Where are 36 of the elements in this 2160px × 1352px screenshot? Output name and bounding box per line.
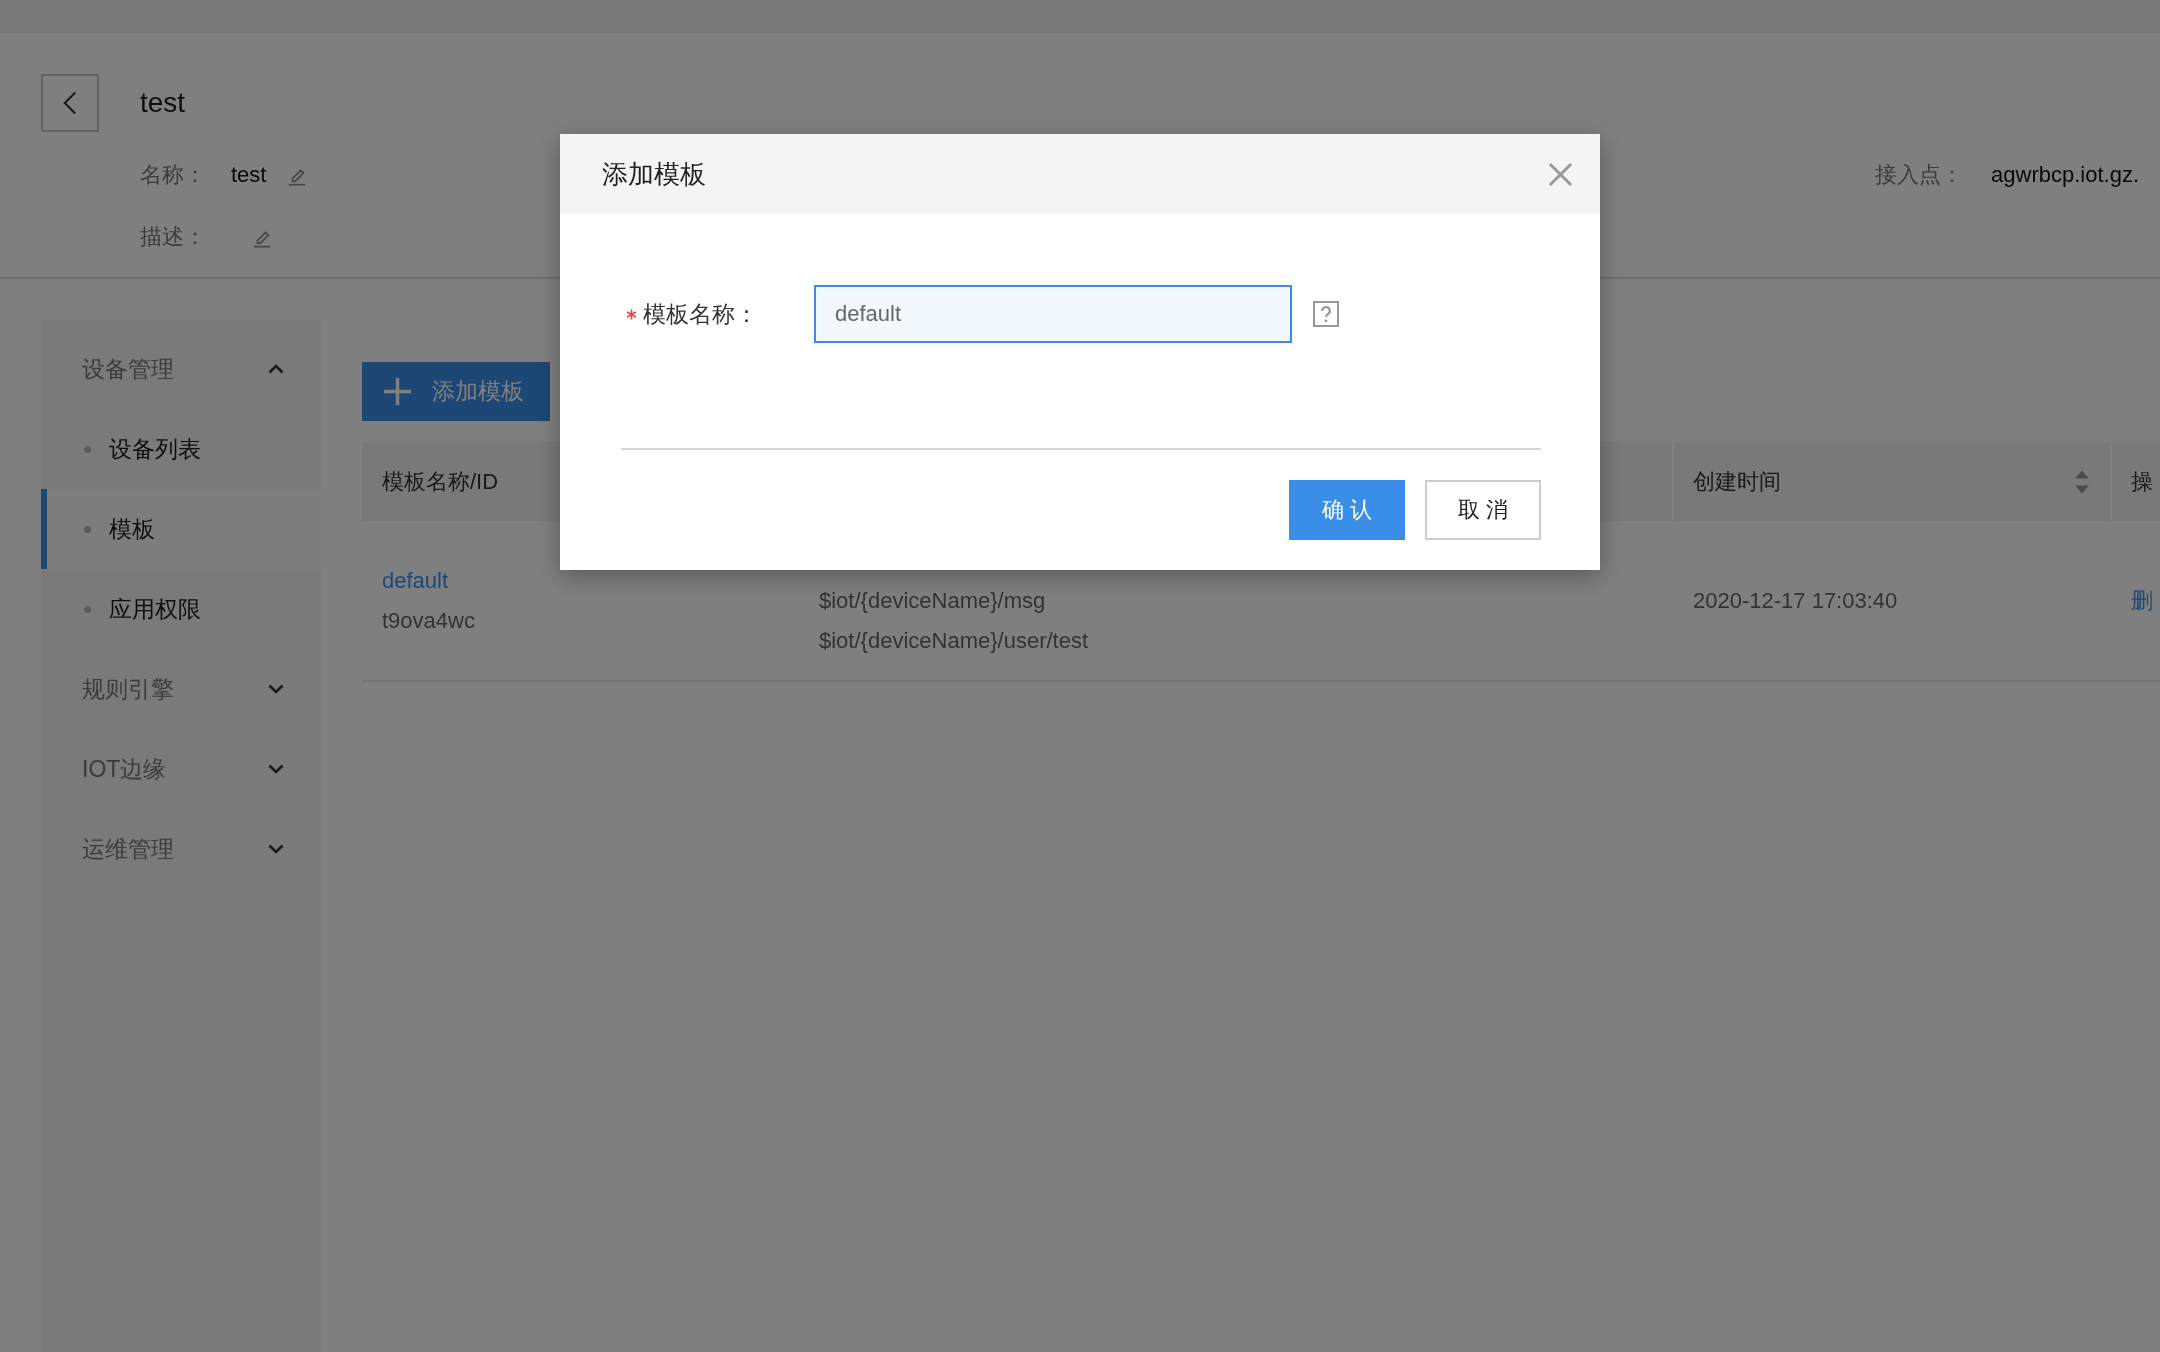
menu-group[interactable]: 规则引擎 [41, 649, 321, 729]
bullet-dot-icon [84, 445, 91, 453]
sort-icon[interactable] [2074, 468, 2090, 495]
column-header: 创建时间 [1693, 467, 1781, 496]
confirm-button[interactable]: 确 认 [1289, 480, 1405, 540]
menu-item[interactable]: 设备列表 [41, 409, 321, 489]
topic-text: $iot/{deviceName}/msg [819, 587, 1046, 615]
column-header: 操 [2131, 467, 2153, 496]
dialog-title: 添加模板 [602, 157, 706, 191]
close-icon[interactable] [1548, 161, 1573, 187]
field-label: 接入点： [1875, 161, 1965, 189]
menu-group[interactable]: 运维管理 [41, 809, 321, 889]
menu-group[interactable]: 设备管理 [41, 329, 321, 409]
template-name-link[interactable]: default [382, 560, 449, 601]
help-icon[interactable] [1313, 301, 1339, 327]
chevron-left-icon [63, 91, 77, 115]
page-title: test [140, 87, 186, 119]
field-label: 名称： [140, 161, 207, 189]
action-link[interactable]: 删 [2131, 580, 2153, 621]
add-template-button[interactable]: 添加模板 [362, 362, 550, 421]
field-label: 模板名称： [643, 299, 758, 329]
field-label: 描述： [140, 223, 207, 251]
field-value: test [231, 162, 267, 188]
plus-icon [384, 378, 411, 405]
menu-item[interactable]: 应用权限 [41, 569, 321, 649]
template-id: t9ova4wc [382, 606, 475, 635]
back-button[interactable] [41, 74, 99, 132]
bullet-dot-icon [84, 605, 91, 613]
bullet-dot-icon [84, 525, 91, 533]
topic-text: $iot/{deviceName}/user/test [819, 627, 1089, 655]
cancel-button[interactable]: 取 消 [1425, 480, 1541, 540]
created-time: 2020-12-17 17:03:40 [1693, 586, 1898, 615]
template-name-input[interactable]: default [814, 285, 1292, 343]
menu-group[interactable]: IOT边缘 [41, 729, 321, 809]
column-header: 模板名称/ID [382, 467, 499, 496]
field-value: agwrbcp.iot.gz. [1991, 162, 2139, 188]
